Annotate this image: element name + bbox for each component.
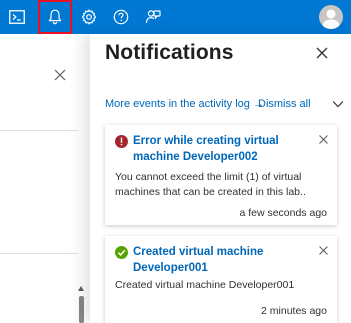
notifications-actions: More events in the activity log → Dismis… xyxy=(105,98,351,114)
chevron-down-icon[interactable] xyxy=(332,100,344,108)
panel-title: Notifications xyxy=(105,41,234,64)
notification-time: a few seconds ago xyxy=(239,207,327,219)
help-icon xyxy=(113,9,129,25)
scroll-up-arrow-icon[interactable] xyxy=(78,286,84,291)
divider xyxy=(0,253,78,254)
notification-body: Created virtual machine Developer001 xyxy=(115,279,295,291)
dismiss-icon[interactable] xyxy=(319,135,328,144)
cloud-shell-icon xyxy=(9,10,25,24)
error-icon xyxy=(115,135,128,148)
settings-button[interactable] xyxy=(72,0,106,34)
scrollbar[interactable] xyxy=(77,284,85,323)
help-button[interactable] xyxy=(104,0,138,34)
notification-title[interactable]: Created virtual machine Developer001 xyxy=(133,244,313,276)
notification-title[interactable]: Error while creating virtual machine Dev… xyxy=(133,133,313,165)
close-icon[interactable] xyxy=(316,47,328,59)
cloud-shell-button[interactable] xyxy=(0,0,34,34)
notification-card[interactable]: Error while creating virtual machine Dev… xyxy=(105,125,337,225)
success-check-icon xyxy=(115,246,128,259)
close-icon[interactable] xyxy=(53,68,67,82)
divider xyxy=(0,130,78,131)
notification-body: You cannot exceed the limit (1) of virtu… xyxy=(115,171,306,198)
activity-log-link[interactable]: More events in the activity log → xyxy=(105,98,264,110)
feedback-icon xyxy=(145,10,161,24)
avatar-icon xyxy=(322,9,340,29)
dismiss-all-link[interactable]: Dismiss all xyxy=(258,98,311,110)
notifications-panel: Notifications More events in the activit… xyxy=(90,34,351,323)
top-bar xyxy=(0,0,351,34)
portal-screen: Notifications More events in the activit… xyxy=(0,0,351,323)
notification-time: 2 minutes ago xyxy=(261,305,327,317)
account-avatar[interactable] xyxy=(319,5,343,29)
notification-card[interactable]: Created virtual machine Developer001 Cre… xyxy=(105,236,337,323)
gear-icon xyxy=(82,9,96,25)
scrollbar-thumb[interactable] xyxy=(79,296,84,323)
feedback-button[interactable] xyxy=(136,0,170,34)
background-blade xyxy=(0,34,78,323)
notifications-highlight xyxy=(38,0,72,34)
dismiss-icon[interactable] xyxy=(319,246,328,255)
